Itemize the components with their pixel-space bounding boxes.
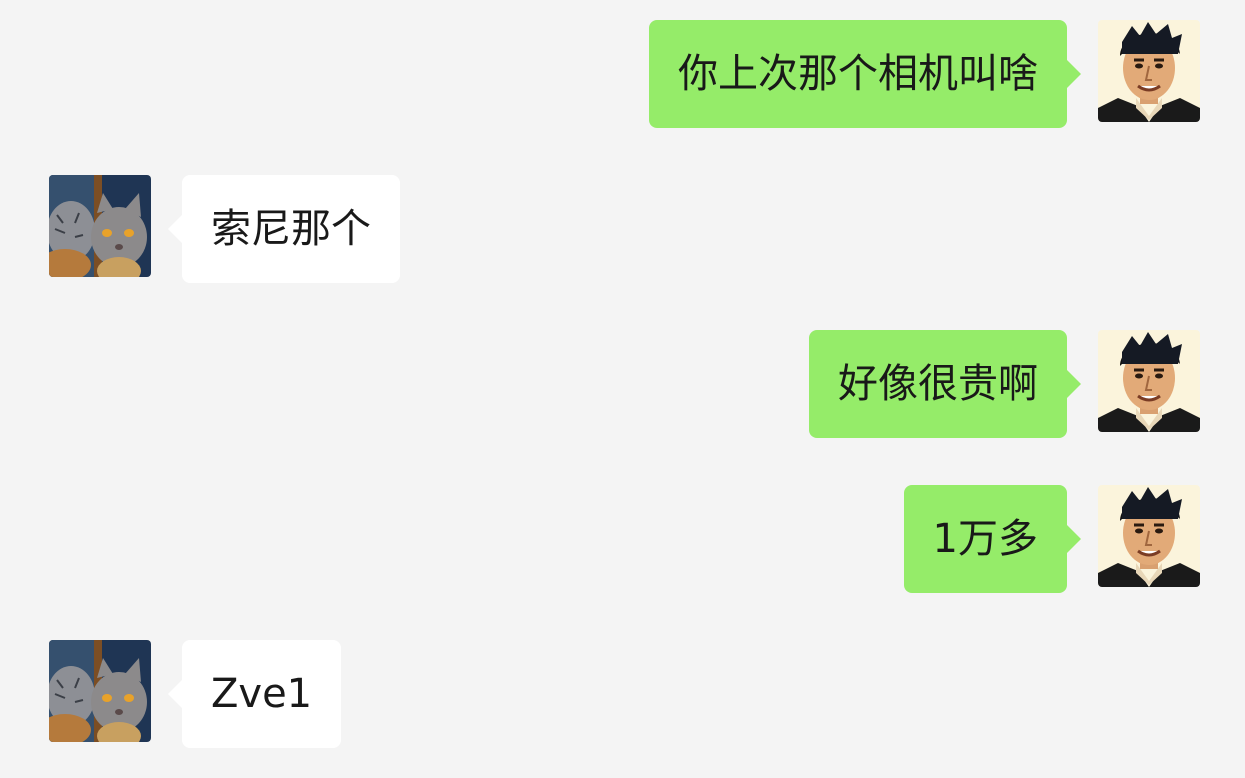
message-text: 你上次那个相机叫啥 <box>678 51 1038 97</box>
message-text: 1万多 <box>932 516 1038 562</box>
cat-tiger-portrait-icon <box>49 640 151 742</box>
message-text: Zve1 <box>211 671 313 717</box>
message-bubble[interactable]: 好像很贵啊 <box>809 330 1067 438</box>
user-avatar[interactable] <box>1098 330 1200 432</box>
message-bubble[interactable]: 你上次那个相机叫啥 <box>649 20 1067 128</box>
message-row-outgoing: 1万多 <box>0 485 1245 593</box>
message-bubble[interactable]: Zve1 <box>182 640 342 748</box>
message-row-outgoing: 你上次那个相机叫啥 <box>0 20 1245 128</box>
bubble-tail <box>168 215 182 243</box>
user-avatar[interactable] <box>1098 20 1200 122</box>
contact-avatar[interactable] <box>49 640 151 742</box>
man-portrait-icon <box>1098 20 1200 122</box>
contact-avatar[interactable] <box>49 175 151 277</box>
cat-tiger-portrait-icon <box>49 175 151 277</box>
user-avatar[interactable] <box>1098 485 1200 587</box>
man-portrait-icon <box>1098 485 1200 587</box>
message-bubble[interactable]: 1万多 <box>903 485 1067 593</box>
message-row-incoming: 索尼那个 <box>0 175 1245 283</box>
man-portrait-icon <box>1098 330 1200 432</box>
message-text: 索尼那个 <box>211 206 371 252</box>
bubble-tail <box>168 680 182 708</box>
message-row-incoming: Zve1 <box>0 640 1245 748</box>
message-row-outgoing: 好像很贵啊 <box>0 330 1245 438</box>
message-text: 好像很贵啊 <box>838 361 1038 407</box>
message-bubble[interactable]: 索尼那个 <box>182 175 400 283</box>
bubble-tail <box>1067 60 1081 88</box>
bubble-tail <box>1067 525 1081 553</box>
bubble-tail <box>1067 370 1081 398</box>
